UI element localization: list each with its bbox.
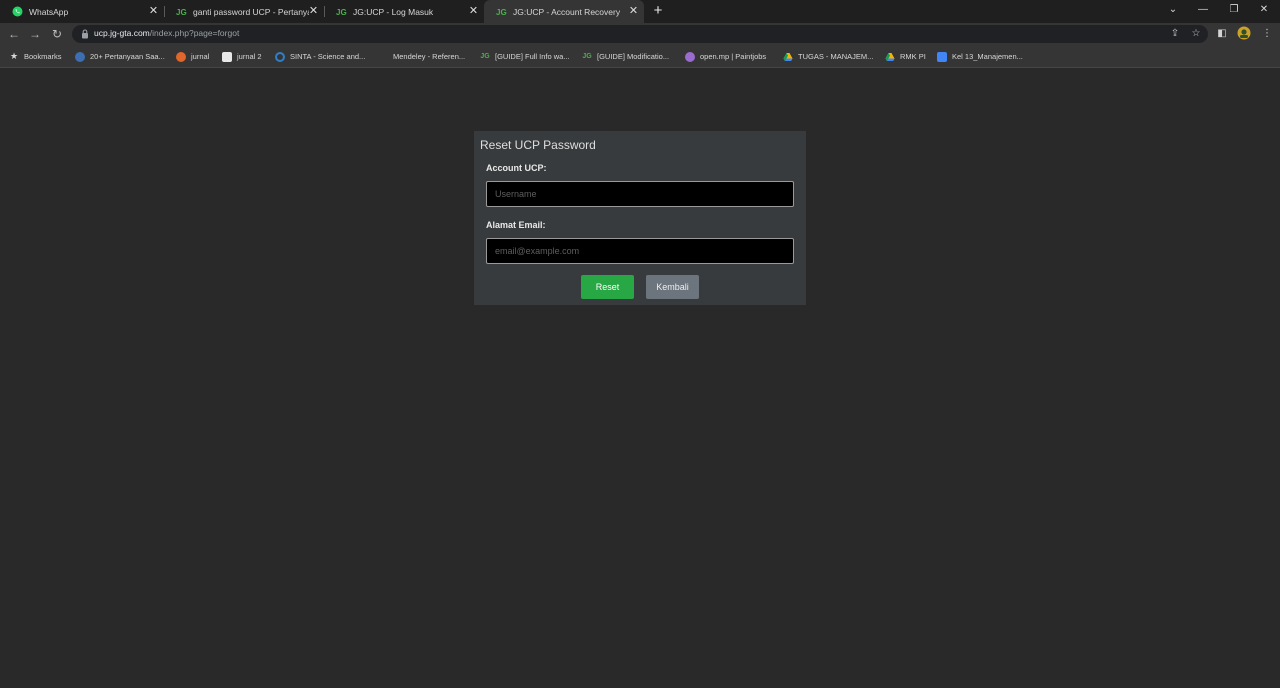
bookmark-label: [GUIDE] Full Info wa... bbox=[495, 52, 570, 61]
tab-search-icon[interactable]: ⌄ bbox=[1163, 2, 1183, 18]
tab-log-masuk[interactable]: JG JG:UCP - Log Masuk ✕ bbox=[324, 0, 484, 23]
tab-title: ganti password UCP - Pertanyaan bbox=[193, 6, 309, 17]
panel-title: Reset UCP Password bbox=[480, 138, 596, 152]
url-host: ucp.jg-gta.com bbox=[94, 28, 150, 38]
jg-gta-icon: JG bbox=[582, 53, 592, 60]
bookmark-label: TUGAS - MANAJEM... bbox=[798, 52, 874, 61]
bookmarks-bar: ★ Bookmarks 20+ Pertanyaan Saa... jurnal … bbox=[0, 45, 1280, 68]
close-window-icon[interactable]: ✕ bbox=[1254, 2, 1274, 18]
svg-text:JG: JG bbox=[496, 8, 507, 17]
jg-gta-icon: JG bbox=[496, 6, 507, 17]
document-icon bbox=[222, 51, 232, 62]
username-input[interactable] bbox=[486, 181, 794, 207]
bookmark-item-bookmarks[interactable]: ★ Bookmarks bbox=[9, 50, 62, 63]
bookmark-item-tugas[interactable]: TUGAS - MANAJEM... bbox=[783, 50, 873, 63]
reset-password-panel: Reset UCP Password Account UCP: Alamat E… bbox=[474, 131, 806, 305]
journal-icon bbox=[176, 51, 186, 62]
tab-strip: WhatsApp ✕ JG ganti password UCP - Perta… bbox=[0, 0, 1280, 23]
globe-icon bbox=[75, 51, 85, 62]
jg-gta-icon: JG bbox=[176, 6, 187, 17]
minimize-icon[interactable]: — bbox=[1193, 2, 1213, 18]
mendeley-icon bbox=[378, 51, 388, 62]
svg-text:JG: JG bbox=[176, 8, 187, 17]
openmp-icon bbox=[685, 51, 695, 62]
bookmark-label: Kel 13_Manajemen... bbox=[952, 52, 1023, 61]
svg-text:JG: JG bbox=[336, 8, 347, 17]
sinta-icon bbox=[275, 51, 285, 62]
reload-icon[interactable]: ↻ bbox=[49, 26, 65, 42]
side-panel-icon[interactable]: ◧ bbox=[1214, 26, 1230, 42]
jg-gta-icon: JG bbox=[480, 53, 490, 60]
close-icon[interactable]: ✕ bbox=[467, 5, 480, 18]
bookmark-label: [GUIDE] Modificatio... bbox=[597, 52, 670, 61]
tab-ganti-password[interactable]: JG ganti password UCP - Pertanyaan ✕ bbox=[164, 0, 324, 23]
share-icon[interactable]: ⇪ bbox=[1168, 27, 1182, 41]
tab-title: JG:UCP - Account Recovery bbox=[513, 6, 621, 17]
close-icon[interactable]: ✕ bbox=[307, 5, 320, 18]
drive-icon bbox=[783, 52, 793, 62]
browser-toolbar: ← → ↻ ucp.jg-gta.com/index.php?page=forg… bbox=[0, 23, 1280, 45]
bookmark-item-guide-full-info[interactable]: JG [GUIDE] Full Info wa... bbox=[480, 50, 570, 63]
bookmark-label: Bookmarks bbox=[24, 52, 62, 61]
new-tab-button[interactable]: + bbox=[650, 3, 666, 19]
bookmark-item-kel-13[interactable]: Kel 13_Manajemen... bbox=[937, 50, 1023, 63]
tab-account-recovery[interactable]: JG JG:UCP - Account Recovery ✕ bbox=[484, 0, 644, 23]
address-bar[interactable]: ucp.jg-gta.com/index.php?page=forgot ⇪ ☆ bbox=[72, 25, 1208, 43]
bookmark-item-guide-modification[interactable]: JG [GUIDE] Modificatio... bbox=[582, 50, 669, 63]
page-content: Reset UCP Password Account UCP: Alamat E… bbox=[0, 69, 1280, 688]
tab-title: JG:UCP - Log Masuk bbox=[353, 6, 434, 17]
url-text: ucp.jg-gta.com/index.php?page=forgot bbox=[94, 28, 239, 38]
bookmark-item-jurnal-2[interactable]: jurnal 2 bbox=[222, 50, 262, 63]
lock-icon bbox=[82, 29, 88, 39]
bookmark-label: open.mp | Paintjobs bbox=[700, 52, 767, 61]
bookmark-star-icon[interactable]: ☆ bbox=[1189, 27, 1203, 41]
docs-icon bbox=[937, 51, 947, 62]
email-input[interactable] bbox=[486, 238, 794, 264]
url-path: /index.php?page=forgot bbox=[149, 28, 240, 38]
bookmark-item-rmk-pi[interactable]: RMK PI bbox=[885, 50, 926, 63]
drive-icon bbox=[885, 52, 895, 62]
close-icon[interactable]: ✕ bbox=[147, 5, 160, 18]
back-arrow-icon[interactable]: ← bbox=[6, 26, 22, 42]
close-icon[interactable]: ✕ bbox=[627, 5, 640, 18]
bookmark-item-sinta[interactable]: SINTA - Science and... bbox=[275, 50, 365, 63]
menu-icon[interactable]: ⋮ bbox=[1259, 26, 1275, 42]
bookmark-item-pertanyaan[interactable]: 20+ Pertanyaan Saa... bbox=[75, 50, 165, 63]
reset-button[interactable]: Reset bbox=[581, 275, 634, 299]
bookmark-label: SINTA - Science and... bbox=[290, 52, 366, 61]
profile-avatar-icon[interactable] bbox=[1236, 26, 1252, 42]
bookmark-label: jurnal 2 bbox=[237, 52, 262, 61]
bookmark-item-mendeley[interactable]: Mendeley - Referen... bbox=[378, 50, 465, 63]
star-icon: ★ bbox=[9, 51, 19, 61]
bookmark-label: RMK PI bbox=[900, 52, 926, 61]
whatsapp-icon bbox=[12, 6, 23, 17]
account-label: Account UCP: bbox=[486, 163, 547, 173]
bookmark-label: jurnal bbox=[191, 52, 210, 61]
bookmark-label: 20+ Pertanyaan Saa... bbox=[90, 52, 165, 61]
tab-whatsapp[interactable]: WhatsApp ✕ bbox=[0, 0, 164, 23]
email-label: Alamat Email: bbox=[486, 220, 546, 230]
bookmark-label: Mendeley - Referen... bbox=[393, 52, 466, 61]
forward-arrow-icon[interactable]: → bbox=[27, 26, 43, 42]
bookmark-item-openmp[interactable]: open.mp | Paintjobs bbox=[685, 50, 766, 63]
jg-gta-icon: JG bbox=[336, 6, 347, 17]
restore-icon[interactable]: ❐ bbox=[1224, 2, 1244, 18]
bookmark-item-jurnal[interactable]: jurnal bbox=[176, 50, 209, 63]
tab-title: WhatsApp bbox=[29, 6, 69, 17]
back-button[interactable]: Kembali bbox=[646, 275, 699, 299]
